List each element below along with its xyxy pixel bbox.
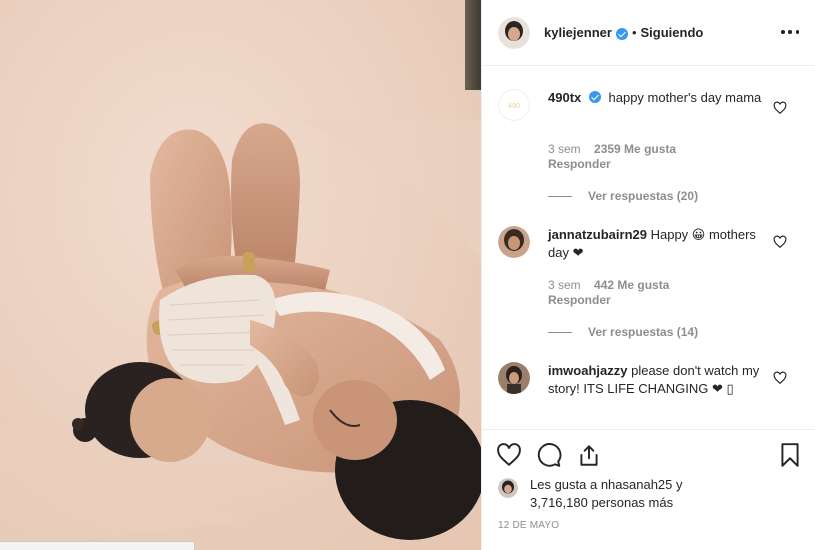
comment-avatar[interactable] — [498, 226, 530, 258]
post-header: kyliejenner • Siguiendo — [482, 0, 815, 66]
bookmark-icon[interactable] — [777, 442, 803, 468]
post-side-panel: kyliejenner • Siguiendo 490 490tx happy … — [481, 0, 815, 550]
svg-text:490: 490 — [508, 103, 520, 110]
comment-body: jannatzubairn29 Happy 😀 mothers day ❤ — [548, 226, 767, 262]
comment-body: imwoahjazzy please don't watch my story!… — [548, 362, 767, 398]
comment-text: happy mother's day mama — [608, 90, 762, 105]
comment-age: 3 sem — [548, 278, 581, 292]
comment-item: imwoahjazzy please don't watch my story!… — [498, 362, 799, 422]
heart-outline-icon[interactable] — [773, 101, 787, 115]
comment-likes[interactable]: 2359 Me gusta — [594, 142, 676, 156]
comment-body: 490tx happy mother's day mama — [548, 89, 767, 107]
verified-badge-icon — [588, 91, 601, 103]
follow-status-button[interactable]: Siguiendo — [641, 25, 704, 40]
comment-item: jannatzubairn29 Happy 😀 mothers day ❤ 3 … — [498, 226, 799, 356]
post-date[interactable]: 12 DE MAYO — [498, 520, 559, 531]
likes-text[interactable]: Les gusta a nhasanah25 y 3,716,180 perso… — [530, 476, 683, 512]
reply-button[interactable]: Responder — [548, 157, 611, 171]
replies-divider — [548, 195, 572, 197]
view-replies-label[interactable]: Ver respuestas (14) — [588, 325, 698, 339]
author-avatar[interactable] — [498, 16, 530, 49]
heart-outline-icon[interactable] — [496, 442, 522, 468]
view-replies-button[interactable]: Ver respuestas (20) — [548, 189, 698, 203]
comment-meta: 3 sem 442 Me gusta — [548, 278, 669, 292]
photo-edge-shadow — [465, 0, 481, 90]
comments-list[interactable]: 490 490tx happy mother's day mama 3 sem … — [482, 67, 815, 429]
comment-age: 3 sem — [548, 142, 581, 156]
view-replies-button[interactable]: Ver respuestas (14) — [548, 325, 698, 339]
comment-avatar[interactable]: 490 — [498, 89, 530, 121]
header-separator: • — [631, 25, 637, 40]
comment-username[interactable]: jannatzubairn29 — [548, 227, 647, 242]
share-icon[interactable] — [576, 442, 602, 468]
post-photo[interactable] — [0, 0, 481, 550]
liker-avatar[interactable] — [498, 478, 518, 498]
likes-line-1: Les gusta a nhasanah25 y — [530, 477, 683, 492]
view-replies-label[interactable]: Ver respuestas (20) — [588, 189, 698, 203]
comment-bubble-icon[interactable] — [536, 442, 562, 468]
status-url-bar — [0, 541, 195, 550]
post-actions: Les gusta a nhasanah25 y 3,716,180 perso… — [482, 429, 815, 550]
author-username[interactable]: kyliejenner — [544, 25, 612, 40]
verified-badge-icon — [615, 27, 628, 40]
replies-divider — [548, 331, 572, 333]
comment-item: 490 490tx happy mother's day mama 3 sem … — [498, 89, 799, 219]
comment-username[interactable]: 490tx — [548, 90, 581, 105]
comment-meta: 3 sem 2359 Me gusta — [548, 142, 676, 156]
comment-avatar[interactable] — [498, 362, 530, 394]
likes-line-2: 3,716,180 personas más — [530, 495, 674, 510]
comment-username[interactable]: imwoahjazzy — [548, 363, 627, 378]
heart-outline-icon[interactable] — [773, 371, 787, 385]
mother-baby-photo — [0, 0, 481, 550]
comment-likes[interactable]: 442 Me gusta — [594, 278, 669, 292]
heart-outline-icon[interactable] — [773, 235, 787, 249]
reply-button[interactable]: Responder — [548, 293, 611, 307]
more-options-icon[interactable] — [781, 24, 799, 40]
